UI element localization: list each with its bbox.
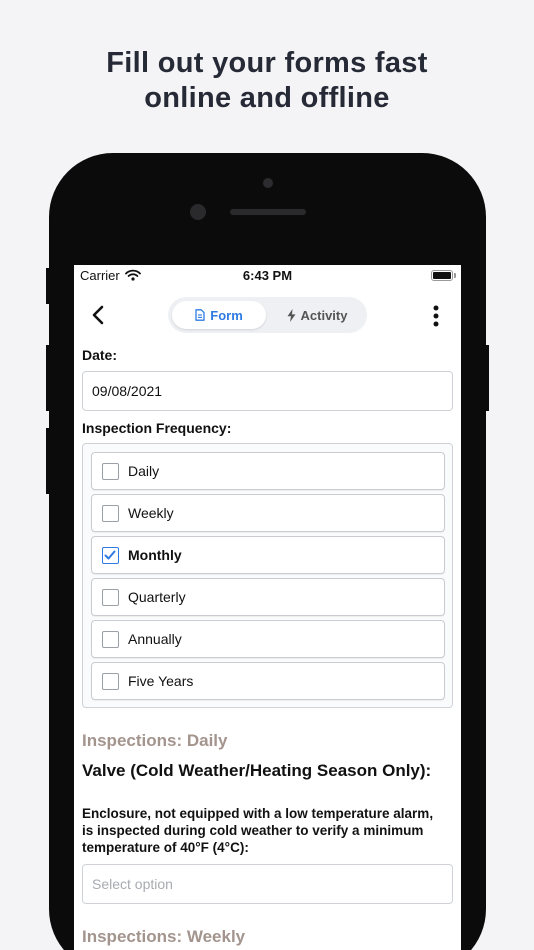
tab-form-label: Form — [210, 307, 243, 323]
option-label: Quarterly — [128, 589, 186, 605]
frequency-option-annually[interactable]: Annually — [91, 620, 445, 658]
option-label: Annually — [128, 631, 182, 647]
section-title-weekly: Inspections: Weekly — [82, 927, 246, 946]
lightning-icon — [287, 308, 296, 322]
inspection-frequency-label: Inspection Frequency: — [82, 420, 232, 436]
checkbox[interactable] — [102, 505, 119, 522]
document-icon — [195, 309, 205, 321]
option-label: Daily — [128, 463, 160, 479]
tab-activity-label: Activity — [300, 307, 348, 323]
select-option-dropdown[interactable]: Select option — [82, 864, 453, 904]
checkbox[interactable] — [102, 673, 119, 690]
battery-icon — [431, 270, 453, 281]
frequency-option-quarterly[interactable]: Quarterly — [91, 578, 445, 616]
question-text: Enclosure, not equipped with a low tempe… — [82, 806, 434, 855]
checkmark-icon — [104, 550, 116, 560]
checkbox-checked[interactable] — [102, 547, 119, 564]
frequency-option-daily[interactable]: Daily — [91, 452, 445, 490]
section-title-daily: Inspections: Daily — [82, 731, 228, 750]
front-camera-lens — [190, 204, 206, 220]
checkbox[interactable] — [102, 631, 119, 648]
frequency-option-monthly[interactable]: Monthly — [91, 536, 445, 574]
chevron-left-icon — [92, 305, 104, 325]
back-button[interactable] — [90, 305, 110, 327]
earpiece-speaker — [230, 209, 306, 215]
checkbox[interactable] — [102, 463, 119, 480]
view-segmented-control: Form Activity — [168, 297, 367, 333]
headline-line-2: online and offline — [144, 82, 390, 114]
checkbox[interactable] — [102, 589, 119, 606]
headline-line-1: Fill out your forms fast — [106, 47, 428, 79]
date-input[interactable]: 09/08/2021 — [82, 371, 453, 411]
frequency-option-five-years[interactable]: Five Years — [91, 662, 445, 700]
status-bar: Carrier 6:43 PM — [74, 265, 461, 287]
option-label: Five Years — [128, 673, 194, 689]
battery-tip — [454, 273, 456, 278]
question-group-title: Valve (Cold Weather/Heating Season Only)… — [82, 761, 432, 780]
tab-activity[interactable]: Activity — [272, 301, 362, 329]
marketing-headline: Fill out your forms fast online and offl… — [0, 46, 534, 116]
app-screen: Carrier 6:43 PM Form Activity Date: 09/0… — [74, 265, 461, 950]
camera-dot — [263, 178, 273, 188]
more-options-button[interactable] — [431, 304, 441, 328]
date-label: Date: — [82, 347, 118, 363]
status-time: 6:43 PM — [242, 268, 293, 283]
option-label: Weekly — [128, 505, 174, 521]
tab-form[interactable]: Form — [172, 301, 266, 329]
option-label: Monthly — [128, 547, 182, 563]
frequency-option-weekly[interactable]: Weekly — [91, 494, 445, 532]
frequency-options-group: Daily Weekly Monthly Quarterly Annually … — [82, 443, 453, 708]
more-vertical-icon — [433, 305, 439, 327]
